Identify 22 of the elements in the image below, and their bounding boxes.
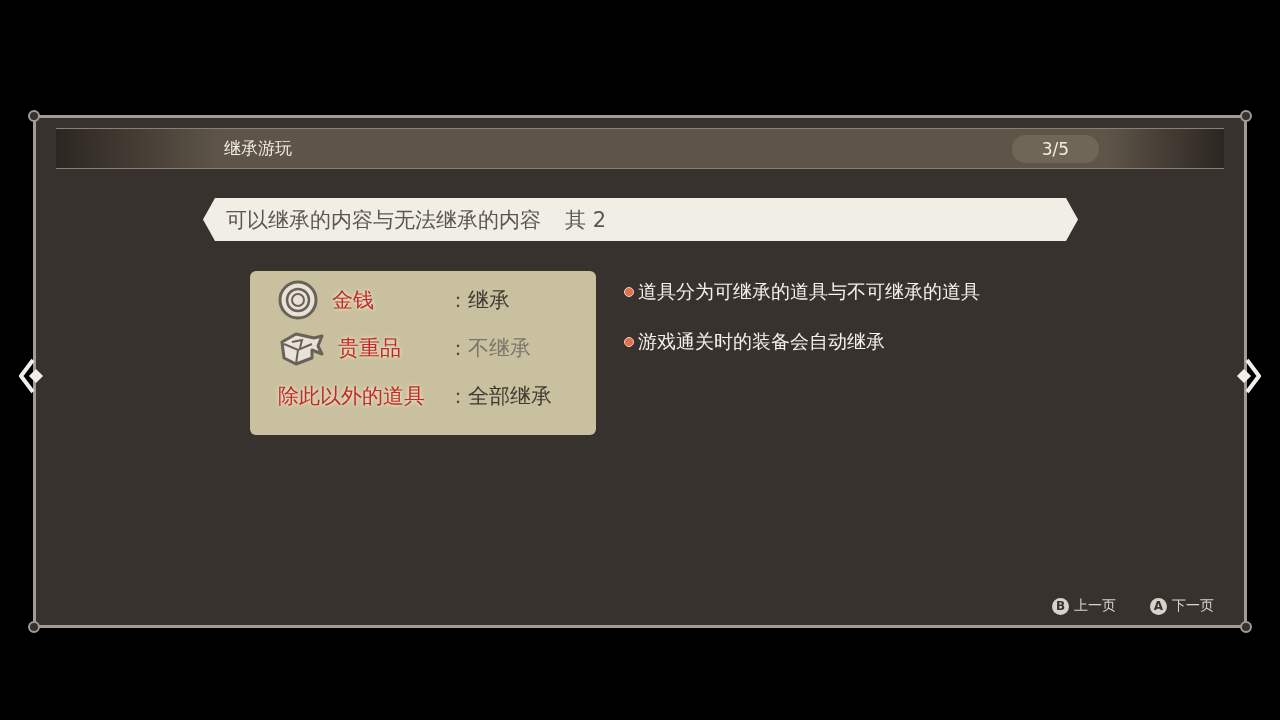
bullet-icon [624, 337, 634, 347]
inherit-value: 不继承 [468, 335, 532, 362]
note-text: 游戏通关时的装备会自动继承 [638, 329, 885, 354]
controller-key-icon: B [1052, 597, 1069, 615]
item-name: 除此以外的道具 [278, 383, 425, 410]
screen-title: 继承游玩 [224, 137, 292, 160]
coin-icon [278, 280, 318, 320]
hint-label: 上一页 [1074, 597, 1116, 615]
note-text: 道具分为可继承的道具与不可继承的道具 [638, 279, 980, 304]
inherit-value: 继承 [468, 287, 511, 314]
hint-label: 下一页 [1172, 597, 1214, 615]
inherit-value: 全部继承 [468, 383, 553, 410]
colon: ： [448, 286, 468, 314]
item-name: 贵重品 [338, 335, 401, 362]
controller-key-icon: A [1150, 597, 1167, 615]
item-name: 金钱 [332, 287, 374, 314]
page-counter: 3/5 [1011, 134, 1099, 163]
colon: ： [448, 382, 468, 410]
section-title: 可以继承的内容与无法继承的内容 [226, 206, 541, 234]
colon: ： [448, 334, 468, 362]
bullet-icon [624, 287, 634, 297]
section-part: 其 2 [565, 206, 607, 234]
